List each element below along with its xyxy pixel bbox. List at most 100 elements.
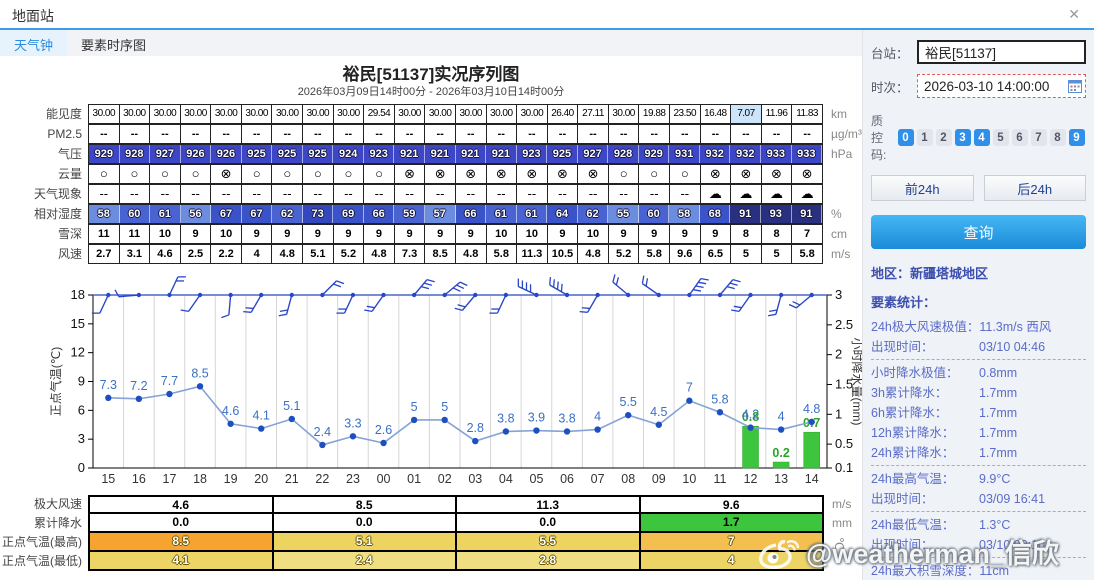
svg-text:0.5: 0.5: [835, 436, 853, 451]
svg-text:05: 05: [530, 472, 544, 486]
grid-cell: 61: [516, 205, 548, 223]
grid-row-2: 气压 929 928 927 926 926 925 925 925 924 923 921 921 92…: [0, 144, 862, 164]
grid-cell: 57: [425, 205, 456, 223]
svg-text:3: 3: [78, 431, 85, 446]
grid-row-6: 雪深 11 11 10 9 10 9 9 9 9 9 9 9 9 10 10 9 10 9 9 9 9 8 8 7 cm: [0, 224, 862, 244]
grid-cell: --: [547, 185, 579, 203]
next-24h-button[interactable]: 后24h: [983, 175, 1086, 201]
grid-cell: 30.00: [333, 105, 365, 123]
station-input[interactable]: [917, 40, 1086, 64]
tab-element-timeseries[interactable]: 要素时序图: [67, 30, 160, 56]
grid-cell: 5: [731, 245, 762, 263]
svg-text:2.8: 2.8: [467, 421, 484, 435]
grid-cell: 30.00: [303, 105, 334, 123]
grid-cell: 60: [119, 205, 151, 223]
qc-button-4[interactable]: 4: [973, 129, 990, 146]
timeseries-chart: 03691215180.10.511.522.53正点气温(℃) 小时降水量(mm…: [48, 274, 862, 486]
stat-value: 1.7mm: [979, 386, 1018, 400]
qc-button-1[interactable]: 1: [916, 129, 933, 146]
main-panel: 天气钟 要素时序图 裕民[51137]实况序列图 2026年03月09日14时0…: [0, 30, 862, 580]
grid-cell: 9: [241, 225, 273, 243]
summary-cell: 2.4: [273, 552, 457, 569]
station-label: 台站：: [871, 46, 909, 61]
grid-cell: 30.00: [517, 105, 548, 123]
stat-divider: [871, 359, 1086, 360]
qc-button-2[interactable]: 2: [935, 129, 952, 146]
grid-cell: 29.54: [364, 105, 395, 123]
grid-cell: ○: [364, 165, 395, 183]
svg-text:4.6: 4.6: [222, 404, 239, 418]
stat-line: 24h最大积雪深度： 11cm: [871, 561, 1086, 580]
summary-cell: 8.5: [90, 533, 274, 550]
qc-button-8[interactable]: 8: [1049, 129, 1066, 146]
qc-button-group: 0123456789: [896, 129, 1086, 146]
svg-text:7.7: 7.7: [161, 374, 178, 388]
grid-cell: 66: [363, 205, 395, 223]
svg-text:20: 20: [254, 472, 268, 486]
tab-weather-clock[interactable]: 天气钟: [0, 30, 68, 56]
grid-row-1: PM2.5 -- -- -- -- -- -- -- -- -- -- -- -- -- -- -- -- -- -…: [0, 124, 862, 144]
grid-cell: 928: [119, 145, 151, 163]
grid-cell: --: [119, 125, 151, 143]
grid-cell: 59: [394, 205, 426, 223]
grid-cell: --: [608, 185, 640, 203]
stat-label: 24h累计降水：: [871, 446, 955, 460]
query-button[interactable]: 查询: [871, 215, 1086, 249]
calendar-icon[interactable]: [1068, 79, 1082, 93]
grid-cell: 67: [241, 205, 273, 223]
svg-text:14: 14: [805, 472, 819, 486]
grid-cell: ☁: [700, 185, 732, 203]
grid-cell: ○: [608, 165, 640, 183]
qc-button-5[interactable]: 5: [992, 129, 1009, 146]
grid-cell: --: [517, 185, 548, 203]
stat-value: 1.7mm: [979, 406, 1018, 420]
grid-cell: ⊗: [547, 165, 579, 183]
grid-cell: 9: [394, 225, 426, 243]
qc-button-3[interactable]: 3: [954, 129, 971, 146]
time-field-row: 时次：: [871, 74, 1086, 98]
svg-text:19: 19: [224, 472, 238, 486]
grid-cell: 30.00: [272, 105, 304, 123]
grid-row-unit: [823, 164, 831, 184]
ground-station-window: 地面站 ✕ 天气钟 要素时序图 裕民[51137]实况序列图 2026年03月0…: [0, 0, 1094, 580]
stat-label: 24h最高气温：: [871, 472, 955, 486]
grid-cell: 926: [211, 145, 242, 163]
grid-cell: 4.6: [150, 245, 181, 263]
grid-cell: 921: [455, 145, 487, 163]
qc-button-0[interactable]: 0: [897, 129, 914, 146]
grid-cell: 9: [180, 225, 212, 243]
grid-cell: 3.1: [119, 245, 151, 263]
grid-cell: 9: [272, 225, 304, 243]
grid-cell: --: [425, 125, 456, 143]
grid-cell: 10: [486, 225, 518, 243]
grid-row-cells: -- -- -- -- -- -- -- -- -- -- -- -- -- -- -- -- -- -- -- --…: [88, 184, 823, 204]
qc-button-6[interactable]: 6: [1011, 129, 1028, 146]
tab-bar: 天气钟 要素时序图: [0, 30, 862, 56]
qc-button-7[interactable]: 7: [1030, 129, 1047, 146]
time-input[interactable]: [917, 74, 1086, 98]
svg-text:12: 12: [71, 345, 85, 360]
grid-row-label: 气压: [57, 147, 82, 161]
grid-cell: --: [486, 125, 518, 143]
qc-button-9[interactable]: 9: [1068, 129, 1085, 146]
svg-text:3.3: 3.3: [344, 416, 361, 430]
stat-line: 24h最高气温： 9.9°C: [871, 469, 1086, 489]
grid-cell: 19.88: [639, 105, 670, 123]
grid-cell: ○: [333, 165, 365, 183]
svg-text:4: 4: [594, 410, 601, 424]
stat-divider: [871, 557, 1086, 558]
grid-row-4: 天气现象 -- -- -- -- -- -- -- -- -- -- -- -- -- -- -- -- -- --…: [0, 184, 862, 204]
grid-cell: --: [700, 125, 732, 143]
stat-label: 24h最低气温：: [871, 518, 955, 532]
grid-cell: 4: [241, 245, 273, 263]
prev-24h-button[interactable]: 前24h: [871, 175, 974, 201]
svg-text:17: 17: [163, 472, 177, 486]
summary-row-2: 正点气温(最高) 8.5 5.1 5.5 7 ℃: [0, 533, 862, 552]
grid-cell: --: [761, 125, 793, 143]
summary-cell: 5.1: [273, 533, 457, 550]
stat-value: 1.7mm: [979, 426, 1018, 440]
svg-text:0: 0: [78, 460, 85, 475]
grid-cell: ○: [272, 165, 304, 183]
close-icon[interactable]: ✕: [1068, 6, 1080, 23]
grid-cell: 9: [425, 225, 456, 243]
